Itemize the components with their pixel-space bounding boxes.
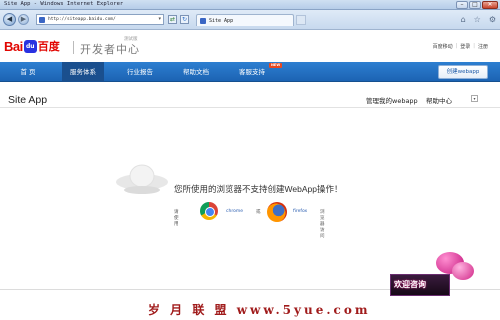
refresh-icon[interactable]: ↻ [180, 15, 189, 24]
forward-button[interactable]: ▶ [18, 14, 29, 25]
tab-title: Site App [209, 18, 234, 24]
window-title: Site App - Windows Internet Explorer [4, 1, 124, 7]
create-webapp-button[interactable]: 创建webapp [438, 65, 488, 79]
home-icon[interactable]: ⌂ [461, 15, 466, 24]
firefox-icon[interactable] [267, 202, 287, 222]
chat-label: 欢迎咨询 [394, 280, 426, 289]
page-favicon-icon [39, 17, 45, 23]
favorites-icon[interactable]: ☆ [474, 15, 481, 24]
new-badge: NEW [269, 63, 283, 68]
address-bar[interactable]: http://siteapp.baidu.com/ ▾ [36, 14, 164, 25]
main-menu: 首 页 服务体系 行业报告 帮助文档 客服支持 NEW 创建webapp [0, 62, 500, 82]
baidu-logo[interactable]: Bai du 百度 [4, 38, 60, 54]
header-divider [73, 41, 74, 54]
beta-label: 测试版 [124, 37, 138, 42]
tools-icon[interactable]: ⚙ [489, 15, 496, 24]
tab-favicon-icon [200, 18, 206, 24]
menu-item-support[interactable]: 客服支持 [230, 62, 274, 82]
dev-center-title: 开发者中心 [80, 43, 140, 56]
new-tab-button[interactable] [296, 15, 306, 25]
minimize-button[interactable]: – [456, 1, 468, 9]
page-header: Bai du 百度 开发者中心 测试版 百度移动 | 登录 | 注册 [0, 30, 500, 62]
sub-header: Site App 管理我的webapp 帮助中心 ▾ [0, 82, 500, 108]
address-dropdown-icon[interactable]: ▾ [158, 16, 161, 22]
manage-webapp-link[interactable]: 管理我的webapp [366, 95, 418, 105]
logo-baidu-chinese: 百度 [37, 40, 60, 53]
help-dropdown-icon[interactable]: ▾ [471, 95, 478, 102]
ufo-mascot-icon [116, 164, 168, 194]
compatibility-view-icon[interactable]: ⇄ [168, 15, 177, 24]
logo-bai-text: Bai [4, 38, 23, 54]
login-link[interactable]: 登录 [460, 43, 470, 50]
visit-suffix-text: 浏览器访问 [320, 210, 325, 239]
close-button[interactable]: ✕ [482, 1, 498, 9]
menu-item-docs[interactable]: 帮助文档 [174, 62, 218, 82]
window-controls: – □ ✕ [456, 1, 498, 9]
watermark-text: 岁 月 联 盟 www.5yue.com [148, 303, 371, 317]
chrome-link[interactable]: chrome [226, 209, 243, 214]
browser-navigation-bar: ◀ ▶ http://siteapp.baidu.com/ ▾ ⇄ ↻ Site… [0, 10, 500, 30]
address-url: http://siteapp.baidu.com/ [48, 17, 116, 22]
help-center-link[interactable]: 帮助中心 [426, 95, 452, 105]
chat-widget[interactable]: 欢迎咨询 [390, 252, 486, 300]
window-title-bar: Site App - Windows Internet Explorer – □… [0, 0, 500, 10]
browser-right-icons: ⌂ ☆ ⚙ [461, 15, 496, 24]
or-text: 或 [256, 210, 261, 215]
please-use-text: 请使用 [174, 210, 179, 227]
watermark-bar: 岁 月 联 盟 www.5yue.com [0, 299, 500, 320]
unsupported-browser-message: 您所使用的浏览器不支持创建WebApp操作！ [174, 184, 343, 194]
menu-item-home[interactable]: 首 页 [8, 62, 48, 82]
register-link[interactable]: 注册 [478, 43, 488, 50]
paw-icon: du [23, 39, 37, 53]
chat-consult-button[interactable]: 欢迎咨询 [390, 274, 450, 296]
menu-item-reports[interactable]: 行业报告 [118, 62, 162, 82]
top-links: 百度移动 | 登录 | 注册 [432, 43, 488, 50]
firefox-link[interactable]: firefox [293, 209, 307, 214]
back-button[interactable]: ◀ [3, 13, 16, 26]
chat-bubble-small-icon [452, 262, 474, 280]
page-title: Site App [8, 94, 48, 106]
maximize-button[interactable]: □ [469, 1, 481, 9]
baidu-mobile-link[interactable]: 百度移动 [433, 43, 453, 50]
menu-item-service[interactable]: 服务体系 [62, 62, 104, 82]
browser-tab[interactable]: Site App [196, 14, 294, 26]
chrome-icon[interactable] [200, 202, 218, 220]
